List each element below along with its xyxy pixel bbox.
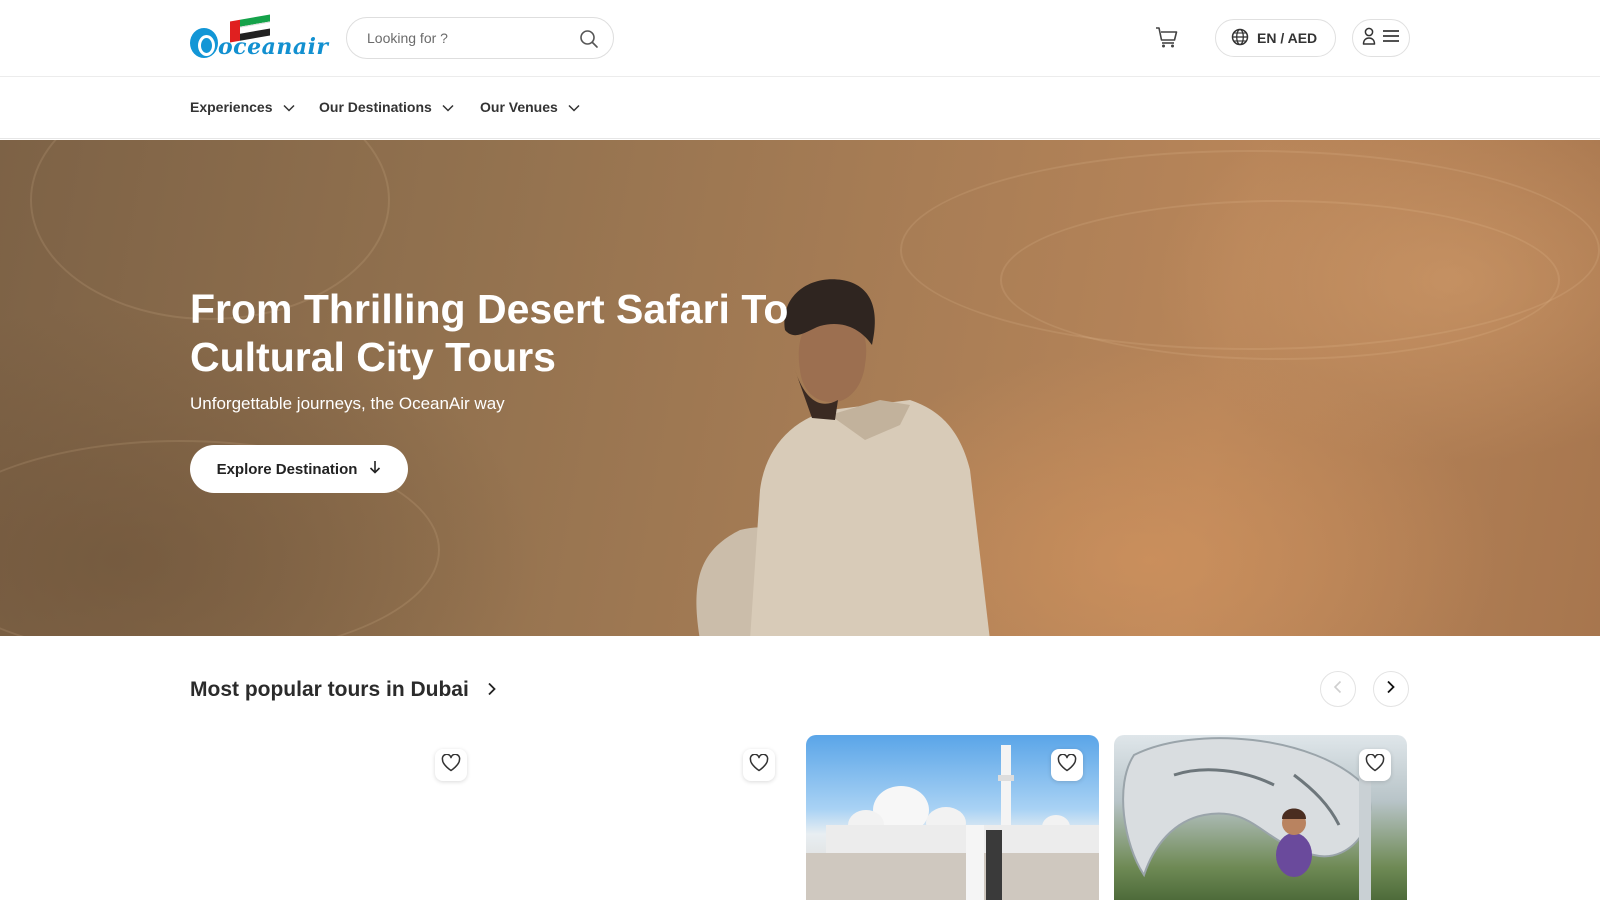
carousel-next-button[interactable] — [1373, 671, 1409, 707]
favorite-button[interactable] — [743, 749, 775, 781]
top-header: oceanair EN / AED — [0, 0, 1600, 77]
chevron-left-icon — [1333, 680, 1343, 699]
nav-item-our-destinations[interactable]: Our Destinations — [319, 99, 454, 115]
logo-mark — [190, 28, 218, 58]
search-icon[interactable] — [579, 29, 599, 54]
explore-destination-button[interactable]: Explore Destination — [190, 445, 408, 493]
popular-tours-link[interactable]: Most popular tours in Dubai — [190, 678, 497, 702]
nav-item-label: Experiences — [190, 99, 273, 115]
menu-icon — [1382, 29, 1400, 48]
tour-card[interactable] — [498, 735, 791, 900]
hero-banner: From Thrilling Desert Safari To Cultural… — [0, 140, 1600, 636]
globe-icon — [1231, 28, 1257, 49]
search-input[interactable] — [367, 28, 567, 48]
oceanair-logo[interactable]: oceanair — [190, 14, 328, 62]
search-box[interactable] — [346, 17, 614, 59]
nav-item-experiences[interactable]: Experiences — [190, 99, 295, 115]
heart-icon — [1057, 753, 1077, 777]
favorite-button[interactable] — [435, 749, 467, 781]
tour-card[interactable] — [806, 735, 1099, 900]
chevron-down-icon — [282, 99, 295, 115]
section-heading: Most popular tours in Dubai — [190, 678, 469, 701]
heart-icon — [749, 753, 769, 777]
chevron-down-icon — [568, 99, 580, 115]
explore-button-label: Explore Destination — [216, 460, 358, 478]
language-currency-label: EN / AED — [1257, 30, 1318, 46]
heart-icon — [1365, 753, 1385, 777]
nav-item-our-venues[interactable]: Our Venues — [480, 99, 580, 115]
carousel-prev-button[interactable] — [1320, 671, 1356, 707]
chevron-right-icon — [487, 678, 497, 702]
nav-item-label: Our Venues — [480, 99, 558, 115]
favorite-button[interactable] — [1359, 749, 1391, 781]
cart-icon[interactable] — [1154, 24, 1182, 52]
main-nav: Experiences Our Destinations Our Venues — [0, 77, 1600, 139]
user-menu-button[interactable] — [1352, 19, 1410, 57]
hero-title: From Thrilling Desert Safari To Cultural… — [190, 286, 789, 380]
favorite-button[interactable] — [1051, 749, 1083, 781]
nav-item-label: Our Destinations — [319, 99, 432, 115]
sand-ripple — [1000, 200, 1560, 360]
chevron-right-icon — [1386, 680, 1396, 699]
chevron-down-icon — [442, 99, 454, 115]
user-icon — [1362, 27, 1376, 50]
tour-card[interactable] — [190, 735, 483, 900]
logo-wordmark: oceanair — [218, 34, 329, 60]
language-currency-button[interactable]: EN / AED — [1215, 19, 1336, 57]
heart-icon — [441, 753, 461, 777]
tour-card[interactable] — [1114, 735, 1407, 900]
hero-subtitle: Unforgettable journeys, the OceanAir way — [190, 394, 505, 413]
arrow-down-icon — [369, 460, 381, 478]
